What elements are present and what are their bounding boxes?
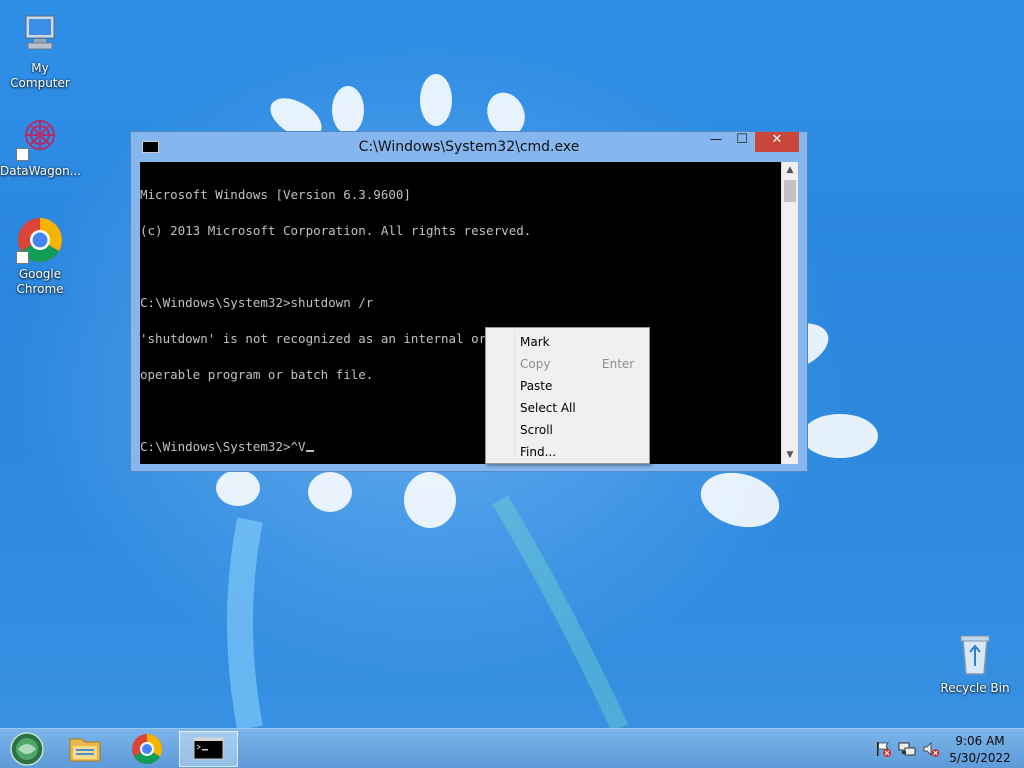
desktop-icon-label: DataWagon... — [0, 164, 82, 178]
volume-muted-icon[interactable] — [922, 740, 940, 758]
menu-item-select-all[interactable]: Select All — [489, 397, 646, 419]
cmd-window[interactable]: C:\Windows\System32\cmd.exe — ☐ ✕ Micros… — [130, 131, 808, 472]
console-output[interactable]: Microsoft Windows [Version 6.3.9600] (c)… — [140, 162, 781, 464]
maximize-button[interactable]: ☐ — [729, 132, 755, 152]
scrollbar-thumb[interactable] — [784, 180, 796, 202]
menu-item-label: Find... — [520, 445, 557, 459]
text-cursor — [305, 450, 314, 452]
scroll-down-arrow-icon[interactable]: ▼ — [782, 447, 798, 464]
console-prompt: C:\Windows\System32>^V — [140, 439, 306, 454]
menu-item-label: Copy — [520, 357, 551, 371]
clock-time: 9:06 AM — [955, 734, 1005, 748]
computer-icon — [16, 10, 64, 58]
menu-item-find[interactable]: Find... — [489, 441, 646, 463]
action-center-flag-icon[interactable] — [874, 740, 892, 758]
context-menu: Mark Copy Enter Paste Select All Scroll … — [485, 327, 650, 464]
menu-item-label: Select All — [520, 401, 576, 415]
console-line: (c) 2013 Microsoft Corporation. All righ… — [140, 223, 532, 238]
console-line: C:\Windows\System32>shutdown /r — [140, 295, 374, 310]
desktop-icon-label: Google Chrome — [16, 267, 64, 296]
taskbar-cmd[interactable] — [179, 731, 238, 767]
minimize-button[interactable]: — — [703, 132, 729, 152]
shortcut-arrow-icon — [16, 148, 29, 161]
start-orb-icon — [10, 732, 44, 766]
menu-item-label: Scroll — [520, 423, 553, 437]
scroll-up-arrow-icon[interactable]: ▲ — [782, 162, 798, 179]
folder-icon — [69, 738, 101, 762]
datawagon-icon — [16, 113, 64, 161]
console-line: Microsoft Windows [Version 6.3.9600] — [140, 187, 411, 202]
window-titlebar[interactable]: C:\Windows\System32\cmd.exe — ☐ ✕ — [131, 132, 807, 162]
menu-item-label: Paste — [520, 379, 553, 393]
desktop-icon-my-computer[interactable]: My Computer — [0, 10, 80, 91]
desktop-icon-recycle-bin[interactable]: Recycle Bin — [935, 630, 1015, 696]
taskbar-clock[interactable]: 9:06 AM 5/30/2022 — [944, 733, 1016, 767]
cmd-icon — [193, 737, 224, 760]
vertical-scrollbar[interactable]: ▲ ▼ — [781, 162, 798, 464]
clock-date: 5/30/2022 — [949, 751, 1011, 765]
start-button[interactable] — [6, 731, 48, 767]
desktop-icon-google-chrome[interactable]: Google Chrome — [0, 216, 80, 297]
chrome-icon — [16, 216, 64, 264]
desktop-icon-datawagon[interactable]: DataWagon... — [0, 113, 82, 179]
close-button[interactable]: ✕ — [755, 132, 799, 152]
desktop-icon-label: My Computer — [10, 61, 70, 90]
taskbar-file-explorer[interactable] — [62, 731, 108, 767]
taskbar-chrome[interactable] — [124, 731, 170, 767]
menu-item-copy[interactable]: Copy Enter — [489, 353, 646, 375]
menu-item-shortcut: Enter — [602, 357, 635, 371]
recycle-bin-icon — [951, 630, 999, 678]
network-icon[interactable] — [898, 740, 916, 758]
taskbar — [0, 728, 1024, 768]
chrome-icon — [132, 734, 163, 765]
menu-item-label: Mark — [520, 335, 550, 349]
shortcut-arrow-icon — [16, 251, 29, 264]
menu-item-paste[interactable]: Paste — [489, 375, 646, 397]
desktop-icon-label: Recycle Bin — [940, 681, 1010, 695]
menu-item-scroll[interactable]: Scroll — [489, 419, 646, 441]
menu-item-mark[interactable]: Mark — [489, 331, 646, 353]
